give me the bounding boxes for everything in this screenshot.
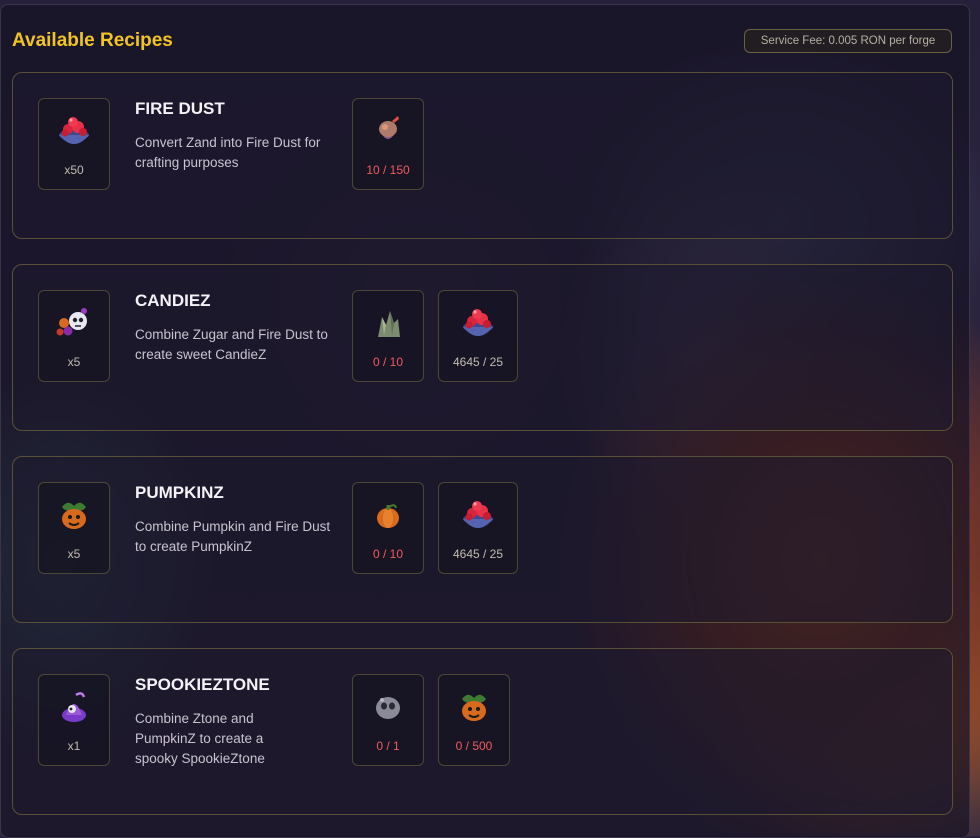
ingredient-amount: 0 / 500	[455, 739, 493, 753]
recipe-name: FIRE DUST	[135, 99, 225, 118]
ingredient-amount: 0 / 1	[376, 739, 400, 753]
service-fee-badge: Service Fee: 0.005 RON per forge	[744, 29, 952, 53]
ingredient-amount: 4645 / 25	[452, 547, 504, 561]
ingredient-amount: 0 / 10	[372, 547, 404, 561]
recipe-output-slot: x5	[38, 482, 110, 574]
zand-icon	[368, 113, 408, 149]
candiez-icon	[54, 305, 94, 341]
output-quantity: x50	[64, 163, 84, 177]
recipe-card-spookieztone[interactable]: x1 SPOOKIEZTONE Combine Ztone and Pumpki…	[12, 648, 953, 815]
ingredient-slot: 0 / 1	[352, 674, 424, 766]
output-quantity: x1	[67, 739, 81, 753]
recipe-name: PUMPKINZ	[135, 483, 224, 502]
ingredient-slot: 0 / 500	[438, 674, 510, 766]
recipe-card-pumpkinz[interactable]: x5 PUMPKINZ Combine Pumpkin and Fire Dus…	[12, 456, 953, 623]
output-quantity: x5	[67, 355, 81, 369]
fire-dust-bowl-icon	[458, 305, 498, 341]
ingredient-slot: 4645 / 25	[438, 290, 518, 382]
recipe-description: Combine Ztone and PumpkinZ to create a s…	[135, 711, 265, 766]
pumpkinz-icon	[454, 689, 494, 725]
recipe-name: CANDIEZ	[135, 291, 211, 310]
fire-dust-bowl-icon	[458, 497, 498, 533]
recipe-output-slot: x1	[38, 674, 110, 766]
ingredient-slot: 0 / 10	[352, 482, 424, 574]
recipe-output-slot: x5	[38, 290, 110, 382]
pumpkin-icon	[368, 497, 408, 533]
recipe-description: Convert Zand into Fire Dust for crafting…	[135, 135, 321, 170]
ingredient-slot: 10 / 150	[352, 98, 424, 190]
pumpkinz-icon	[54, 497, 94, 533]
ingredient-slot: 4645 / 25	[438, 482, 518, 574]
ingredient-amount: 10 / 150	[366, 163, 410, 177]
recipe-card-candiez[interactable]: x5 CANDIEZ Combine Zugar and Fire Dust t…	[12, 264, 953, 431]
ztone-icon	[368, 689, 408, 725]
output-quantity: x5	[67, 547, 81, 561]
recipe-description: Combine Pumpkin and Fire Dust to create …	[135, 519, 331, 554]
recipe-description: Combine Zugar and Fire Dust to create sw…	[135, 327, 328, 362]
ingredient-amount: 4645 / 25	[452, 355, 504, 369]
recipe-card-fire-dust[interactable]: x50 FIRE DUST Convert Zand into Fire Dus…	[12, 72, 953, 239]
zugar-icon	[368, 305, 408, 341]
recipe-output-slot: x50	[38, 98, 110, 190]
ingredient-amount: 0 / 10	[372, 355, 404, 369]
page-title: Available Recipes	[12, 30, 173, 51]
spookieztone-icon	[54, 689, 94, 725]
fire-dust-bowl-icon	[54, 113, 94, 149]
ingredient-slot: 0 / 10	[352, 290, 424, 382]
recipe-name: SPOOKIEZTONE	[135, 675, 270, 694]
